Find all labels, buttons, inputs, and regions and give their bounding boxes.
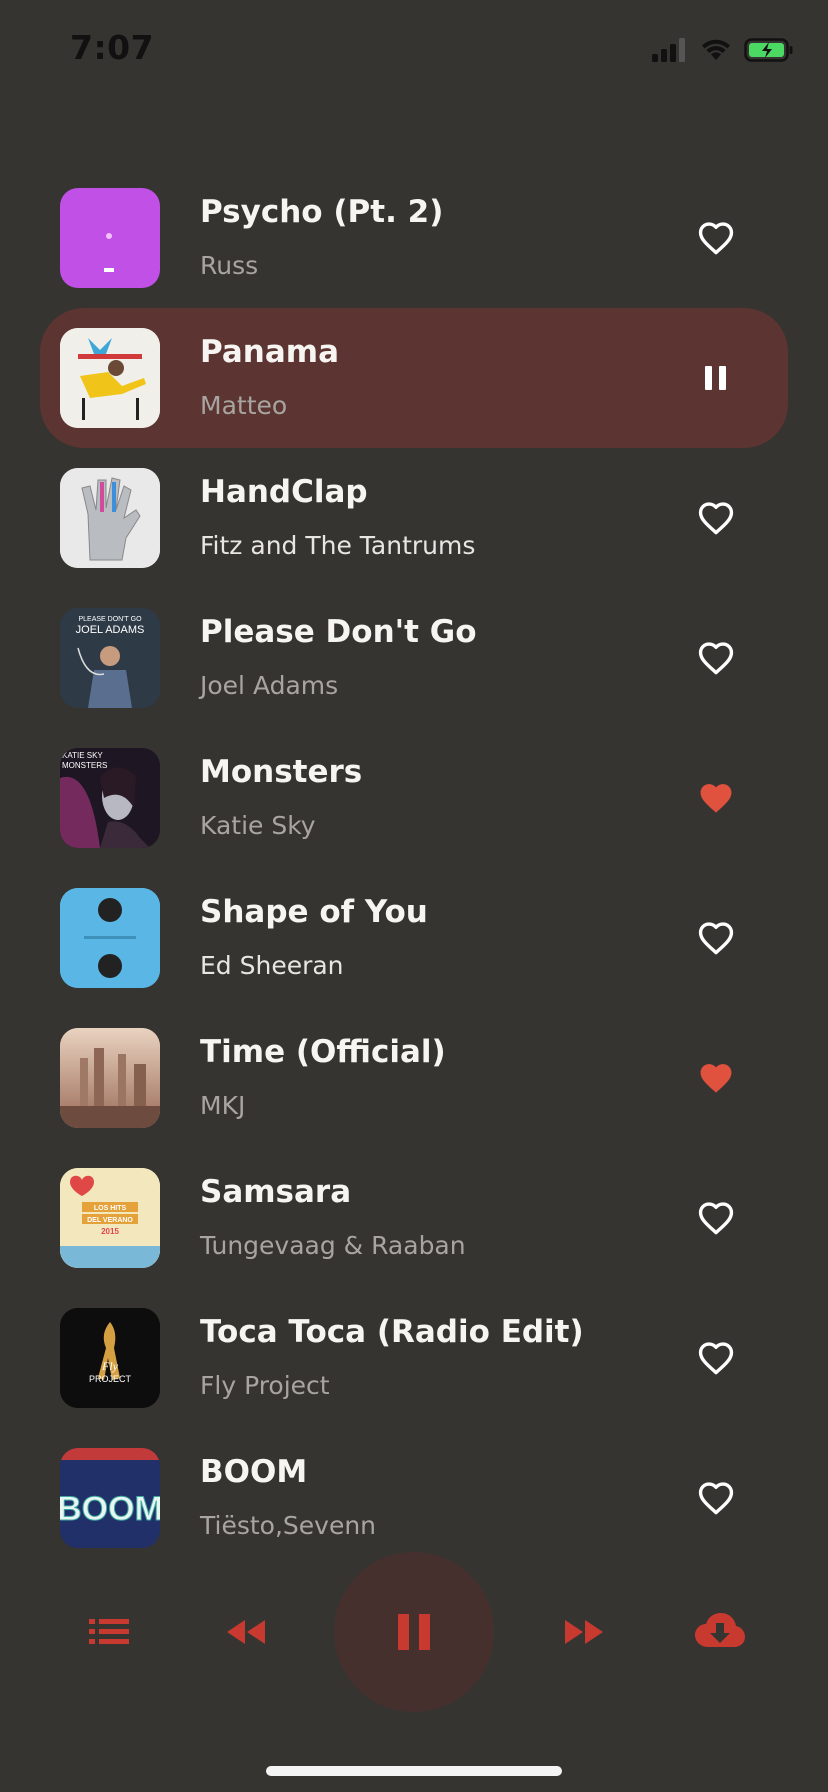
like-button[interactable] — [690, 1472, 742, 1524]
heart-outline-icon — [698, 922, 734, 955]
cover-text: LOS HITS — [94, 1205, 127, 1212]
fast-forward-icon — [565, 1620, 603, 1644]
pause-button[interactable] — [380, 1606, 448, 1658]
like-button[interactable] — [690, 212, 742, 264]
track-row[interactable]: BOOM BOOM Tiësto,Sevenn — [0, 1428, 828, 1568]
cellular-signal-icon — [652, 38, 688, 66]
like-button[interactable] — [690, 1052, 742, 1104]
heart-outline-icon — [698, 642, 734, 675]
track-row[interactable]: Shape of You Ed Sheeran — [0, 868, 828, 1008]
cover-text: BOOM — [60, 1490, 160, 1528]
track-title: Samsara — [200, 1174, 352, 1210]
track-row[interactable]: HandClap Fitz and The Tantrums — [0, 448, 828, 588]
status-icons — [652, 38, 794, 66]
track-title: Psycho (Pt. 2) — [200, 194, 444, 230]
rewind-button[interactable] — [218, 1608, 274, 1656]
track-row[interactable]: LOS HITS DEL VERANO 2015 Samsara Tungeva… — [0, 1148, 828, 1288]
track-row-now-playing[interactable]: Panama Matteo — [0, 308, 828, 448]
track-row[interactable]: Fly PROJECT Toca Toca (Radio Edit) Fly P… — [0, 1288, 828, 1428]
fast-forward-button[interactable] — [556, 1608, 612, 1656]
album-cover — [60, 188, 160, 288]
track-list: Psycho (Pt. 2) Russ Panama Matteo HandCl… — [0, 168, 828, 1568]
track-row[interactable]: PLEASE DON'T GO JOEL ADAMS Please Don't … — [0, 588, 828, 728]
like-button[interactable] — [690, 912, 742, 964]
heart-outline-icon — [698, 1482, 734, 1515]
heart-outline-icon — [698, 1202, 734, 1235]
album-cover: KATIE SKY MONSTERS — [60, 748, 160, 848]
track-artist: Katie Sky — [200, 811, 316, 840]
track-artist: Fitz and The Tantrums — [200, 531, 476, 560]
cover-text: 2015 — [101, 1227, 119, 1236]
track-artist: Ed Sheeran — [200, 951, 344, 980]
track-title: BOOM — [200, 1454, 308, 1490]
track-title: HandClap — [200, 474, 368, 510]
album-cover — [60, 328, 160, 428]
status-time: 7:07 — [70, 28, 155, 67]
status-bar: 7:07 — [0, 0, 828, 100]
album-cover — [60, 888, 160, 988]
cover-text: KATIE SKY — [62, 751, 103, 760]
battery-charging-icon — [744, 38, 794, 66]
pause-track-button[interactable] — [690, 352, 742, 404]
rewind-icon — [227, 1620, 265, 1644]
album-cover: LOS HITS DEL VERANO 2015 — [60, 1168, 160, 1268]
pause-icon — [705, 366, 726, 390]
album-cover: Fly PROJECT — [60, 1308, 160, 1408]
like-button[interactable] — [690, 492, 742, 544]
album-cover — [60, 1028, 160, 1128]
album-cover — [60, 468, 160, 568]
track-title: Time (Official) — [200, 1034, 446, 1070]
track-title: Shape of You — [200, 894, 428, 930]
pause-icon — [398, 1614, 430, 1650]
like-button[interactable] — [690, 772, 742, 824]
wifi-icon — [700, 38, 732, 66]
cover-text: DEL VERANO — [87, 1217, 133, 1224]
like-button[interactable] — [690, 1332, 742, 1384]
track-title: Please Don't Go — [200, 614, 477, 650]
track-title: Toca Toca (Radio Edit) — [200, 1314, 584, 1350]
heart-outline-icon — [698, 502, 734, 535]
track-row[interactable]: Psycho (Pt. 2) Russ — [0, 168, 828, 308]
playlist-button[interactable] — [84, 1608, 136, 1656]
cover-text: PROJECT — [89, 1374, 132, 1384]
download-button[interactable] — [690, 1604, 750, 1656]
track-artist: Fly Project — [200, 1371, 330, 1400]
track-row[interactable]: KATIE SKY MONSTERS Monsters Katie Sky — [0, 728, 828, 868]
cloud-download-icon — [695, 1613, 745, 1647]
heart-outline-icon — [698, 222, 734, 255]
track-artist: MKJ — [200, 1091, 246, 1120]
track-artist: Russ — [200, 251, 259, 280]
playlist-icon — [89, 1619, 129, 1644]
like-button[interactable] — [690, 1192, 742, 1244]
album-cover: PLEASE DON'T GO JOEL ADAMS — [60, 608, 160, 708]
track-artist: Tiësto,Sevenn — [200, 1511, 377, 1540]
track-artist: Joel Adams — [200, 671, 339, 700]
track-artist: Tungevaag & Raaban — [200, 1231, 466, 1260]
track-artist: Matteo — [200, 391, 288, 420]
home-indicator[interactable] — [266, 1766, 562, 1776]
cover-text: JOEL ADAMS — [76, 624, 145, 636]
heart-filled-icon — [700, 784, 732, 813]
track-row[interactable]: Time (Official) MKJ — [0, 1008, 828, 1148]
cover-text: Fly — [101, 1359, 119, 1373]
track-title: Panama — [200, 334, 340, 370]
album-cover: BOOM — [60, 1448, 160, 1548]
cover-text: PLEASE DON'T GO — [78, 616, 142, 623]
like-button[interactable] — [690, 632, 742, 684]
cover-text: MONSTERS — [62, 761, 107, 770]
track-title: Monsters — [200, 754, 363, 790]
heart-outline-icon — [698, 1342, 734, 1375]
heart-filled-icon — [700, 1064, 732, 1093]
